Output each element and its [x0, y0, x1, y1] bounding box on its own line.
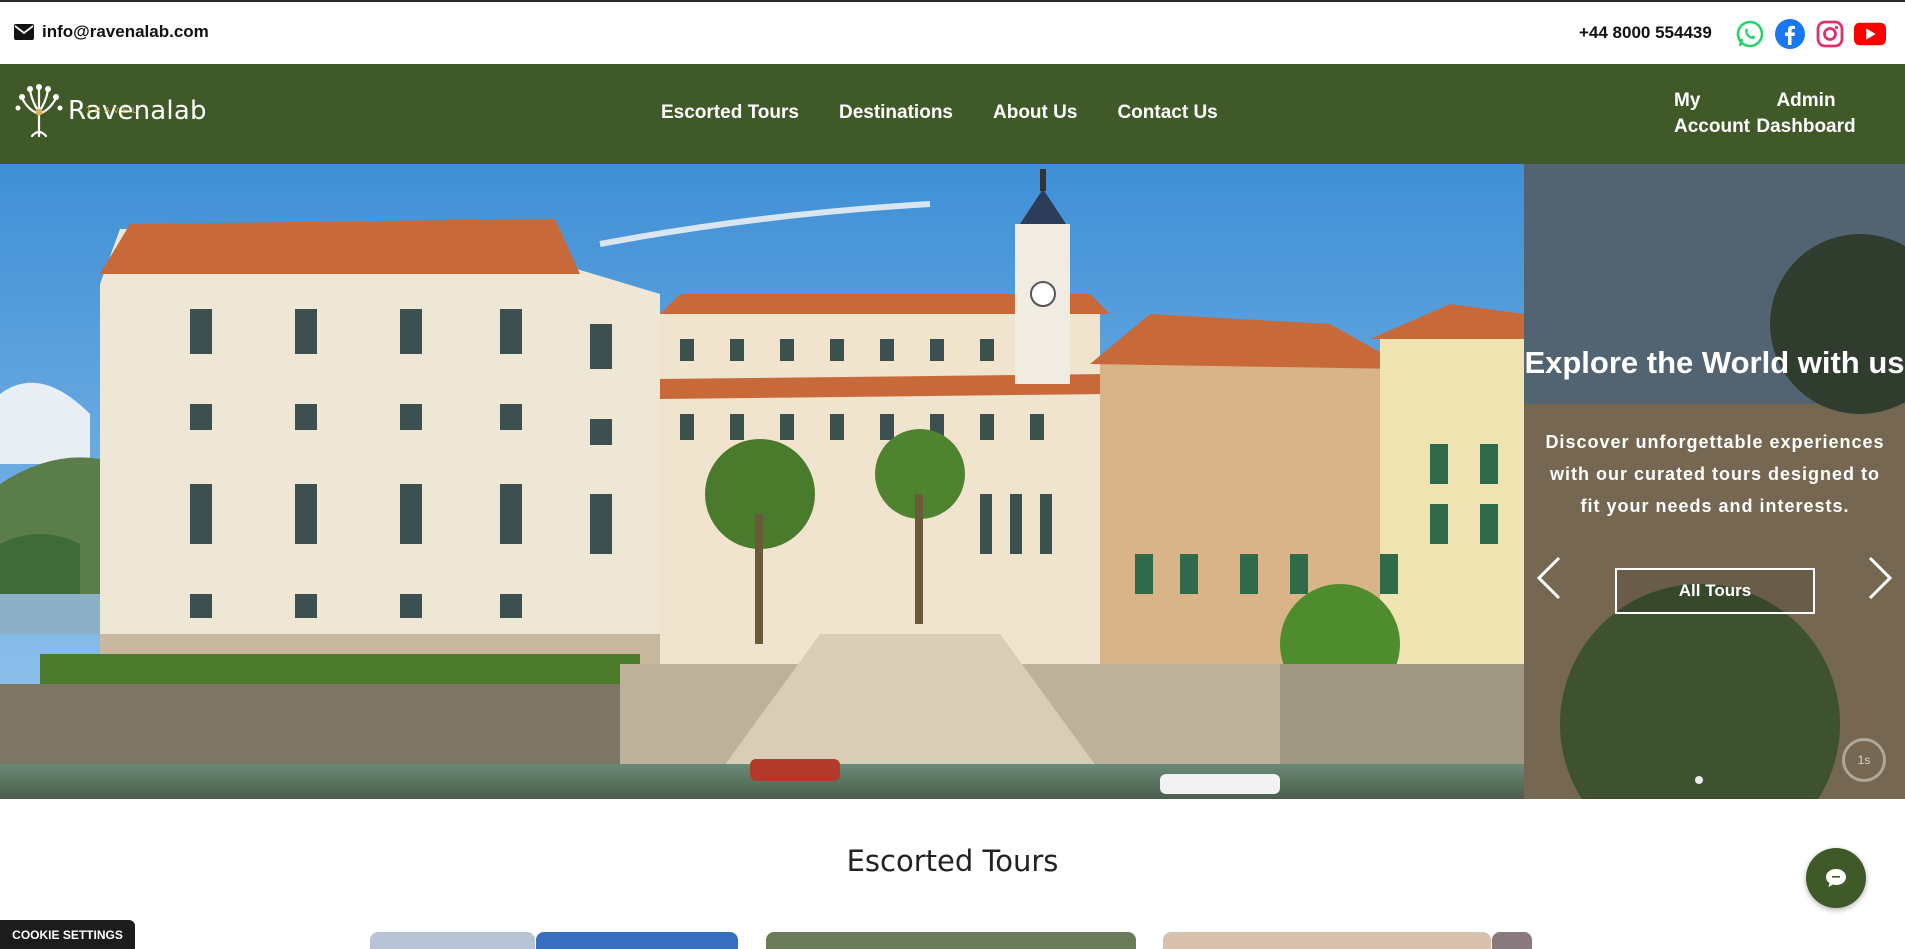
tree-logo-icon [15, 84, 63, 138]
nav-item-about-us[interactable]: About Us [993, 102, 1077, 124]
all-tours-button[interactable]: All Tours [1615, 568, 1815, 614]
tour-card[interactable] [370, 932, 535, 949]
hero-text: Discover unforgettable experiences with … [1545, 432, 1885, 516]
slider-dot[interactable] [1695, 776, 1703, 784]
admin-line1: Admin [1776, 90, 1836, 111]
my-account-line2: Account [1674, 116, 1750, 137]
main-nav: Ravenalab TRAVEL Escorted Tours Destinat… [0, 64, 1905, 164]
tour-card[interactable] [1492, 932, 1532, 949]
chevron-left-icon[interactable] [1533, 554, 1563, 602]
youtube-icon[interactable] [1854, 18, 1886, 50]
whatsapp-icon[interactable] [1734, 18, 1766, 50]
email-text: info@ravenalab.com [42, 22, 209, 41]
facebook-icon[interactable] [1774, 18, 1806, 50]
chevron-right-icon[interactable] [1866, 554, 1896, 602]
brand-subtitle: TRAVEL [86, 106, 141, 115]
instagram-icon[interactable] [1814, 18, 1846, 50]
phone-number[interactable]: +44 8000 554439 [1579, 23, 1712, 43]
my-account-link[interactable]: My Account [1674, 88, 1750, 140]
tour-card[interactable] [766, 932, 1136, 949]
tour-card[interactable] [536, 932, 738, 949]
nav-menu: Escorted Tours Destinations About Us Con… [661, 102, 1218, 124]
tour-card[interactable] [1163, 932, 1491, 949]
admin-dashboard-link[interactable]: Admin Dashboard [1756, 88, 1856, 140]
nav-item-destinations[interactable]: Destinations [839, 102, 953, 124]
envelope-icon [14, 24, 34, 40]
admin-line2: Dashboard [1756, 116, 1856, 137]
hero-slider: Explore the World with us Discover unfor… [0, 164, 1905, 799]
section-title: Escorted Tours [846, 844, 1059, 878]
email-link[interactable]: info@ravenalab.com [14, 22, 209, 42]
nav-item-contact-us[interactable]: Contact Us [1117, 102, 1217, 124]
chat-button[interactable] [1806, 848, 1866, 908]
social-links [1734, 18, 1886, 50]
cookie-settings-button[interactable]: COOKIE SETTINGS [0, 920, 135, 949]
hero-title: Explore the World with us [1524, 345, 1905, 380]
top-bar: info@ravenalab.com +44 8000 554439 [0, 0, 1905, 64]
my-account-line1: My [1674, 90, 1701, 111]
chat-bubble-icon [1826, 869, 1846, 887]
nav-item-escorted-tours[interactable]: Escorted Tours [661, 102, 799, 124]
slider-timer: 1s [1842, 738, 1886, 782]
tour-cards-peek [0, 932, 1905, 949]
